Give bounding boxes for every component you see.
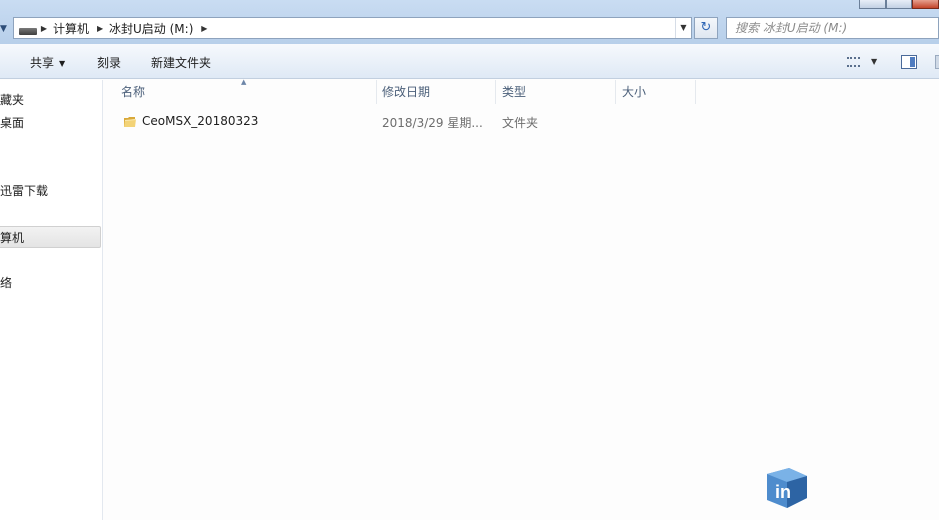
share-button[interactable]: 共享 ▼ [30,54,65,71]
column-header-size[interactable]: 大小 [616,80,696,104]
view-options-icon[interactable] [847,57,860,67]
svg-text:in: in [775,482,791,502]
chevron-right-icon[interactable]: ▶ [37,24,51,33]
back-arrow-icon[interactable]: ▼ [0,22,12,36]
window-controls [859,0,939,9]
file-modified-date: 2018/3/29 星期... [382,116,483,130]
breadcrumb-drive[interactable]: 冰封U启动 (M:) [107,20,197,37]
title-bar: ▼ ▶ 计算机 ▶ 冰封U启动 (M:) ▶ ▼ ↻ 搜索 冰封U启动 (M:) [0,0,939,44]
nav-item-xunlei-downloads[interactable]: 迅雷下载 [0,180,101,202]
file-list: ▲ 名称 修改日期 类型 大小 CeoMSX_20180323 2018/3/2… [104,78,939,520]
burn-button[interactable]: 刻录 [97,54,121,71]
nav-item-network[interactable]: 络 [0,272,101,294]
file-name: CeoMSX_20180323 [142,114,259,128]
chevron-right-icon[interactable]: ▶ [197,24,211,33]
help-icon[interactable] [935,55,939,69]
folder-icon [124,117,136,127]
chevron-right-icon[interactable]: ▶ [93,24,107,33]
chevron-down-icon: ▼ [59,59,66,68]
search-input[interactable]: 搜索 冰封U启动 (M:) [726,17,939,39]
command-bar: 共享 ▼ 刻录 新建文件夹 ▼ [0,44,939,79]
breadcrumb-computer[interactable]: 计算机 [51,20,93,37]
navigation-pane: 藏夹 桌面 迅雷下载 算机 络 [0,80,103,520]
nav-item-desktop[interactable]: 桌面 [0,112,101,134]
address-bar[interactable]: ▶ 计算机 ▶ 冰封U启动 (M:) ▶ ▼ [13,17,692,39]
file-type: 文件夹 [502,116,539,130]
minimize-button[interactable] [859,0,886,9]
column-header-name[interactable]: 名称 [104,80,377,104]
close-button[interactable] [912,0,939,9]
drive-icon [19,27,37,35]
preview-pane-icon[interactable] [901,55,917,69]
column-header-type[interactable]: 类型 [496,80,616,104]
share-label: 共享 [30,56,55,70]
maximize-button[interactable] [885,0,913,9]
refresh-icon[interactable]: ↻ [694,17,718,39]
new-folder-button[interactable]: 新建文件夹 [151,54,211,71]
watermark-logo-icon: in [767,468,807,508]
nav-item-favorites[interactable]: 藏夹 [0,89,101,111]
nav-item-computer[interactable]: 算机 [0,226,101,248]
chevron-down-icon[interactable]: ▼ [871,57,877,66]
dropdown-icon[interactable]: ▼ [675,18,691,38]
file-row[interactable]: CeoMSX_20180323 2018/3/29 星期... 文件夹 [104,112,804,132]
column-header-modified[interactable]: 修改日期 [377,80,496,104]
